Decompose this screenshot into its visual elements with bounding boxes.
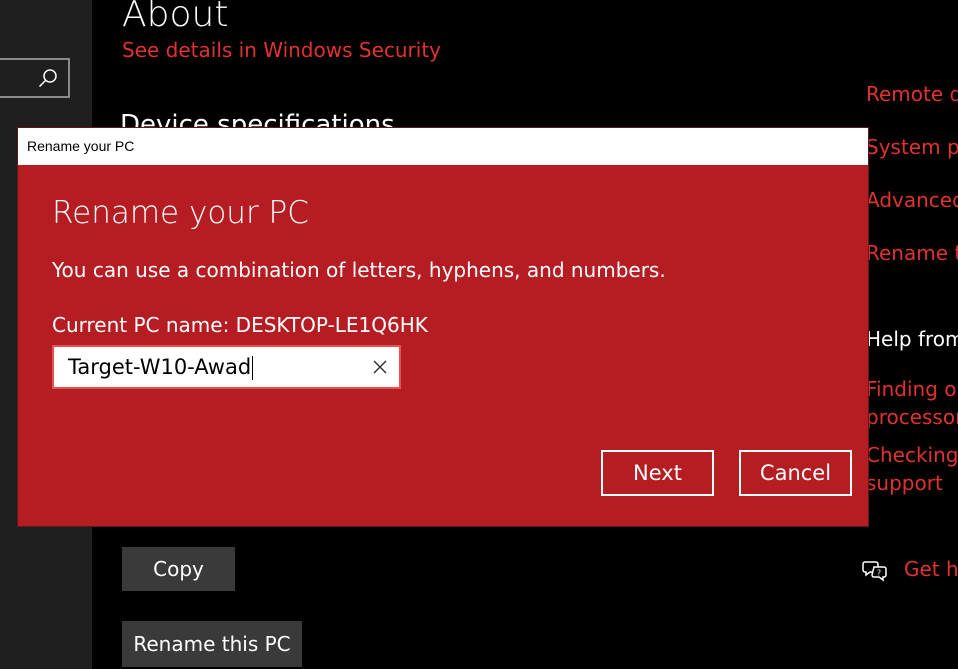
dialog-description: You can use a combination of letters, hy… <box>52 258 666 282</box>
chat-help-icon: ? <box>862 561 887 582</box>
next-button[interactable]: Next <box>601 450 714 496</box>
help-link-support-line1[interactable]: Checking <box>866 443 958 467</box>
cancel-button[interactable]: Cancel <box>739 450 852 496</box>
see-details-link[interactable]: See details in Windows Security <box>122 38 441 62</box>
help-link-processor-line2[interactable]: processor <box>866 405 958 429</box>
rename-dialog: Rename your PC Rename your PC You can us… <box>18 128 868 526</box>
help-heading: Help from <box>866 327 958 351</box>
dialog-titlebar[interactable]: Rename your PC <box>18 128 868 165</box>
search-icon <box>38 69 57 88</box>
search-input[interactable] <box>0 58 70 98</box>
rename-this-pc-link[interactable]: Rename th <box>866 241 958 265</box>
page-title: About <box>122 0 229 35</box>
dialog-body: Rename your PC You can use a combination… <box>18 165 868 526</box>
clear-icon[interactable] <box>371 358 389 376</box>
advanced-settings-link[interactable]: Advanced <box>866 188 958 212</box>
dialog-heading: Rename your PC <box>52 195 309 231</box>
help-link-processor-line1[interactable]: Finding ou <box>866 377 958 401</box>
remote-desktop-link[interactable]: Remote de <box>866 82 958 106</box>
svg-text:?: ? <box>877 569 881 578</box>
pc-name-input-value[interactable]: Target-W10-Awad <box>68 355 254 380</box>
system-protection-link[interactable]: System pro <box>866 135 958 159</box>
pc-name-input[interactable]: Target-W10-Awad <box>52 345 401 389</box>
help-link-support-line2[interactable]: support <box>866 471 943 495</box>
get-help-link[interactable]: Get he <box>904 557 958 581</box>
rename-this-pc-button[interactable]: Rename this PC <box>122 621 302 667</box>
copy-button[interactable]: Copy <box>122 547 235 591</box>
current-pc-name: Current PC name: DESKTOP-LE1Q6HK <box>52 313 428 337</box>
text-caret <box>252 356 254 380</box>
